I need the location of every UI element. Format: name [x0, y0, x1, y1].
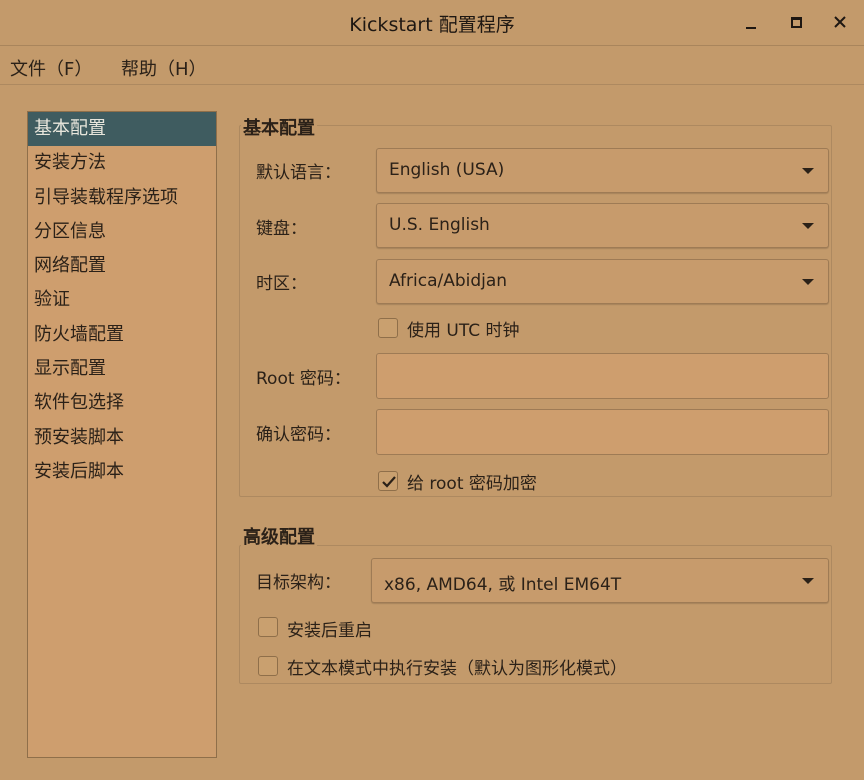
arch-value: x86, AMD64, 或 Intel EM64T	[384, 575, 622, 595]
menu-file[interactable]: 文件（F）	[10, 55, 92, 81]
root-password-label: Root 密码：	[256, 369, 351, 389]
maximize-button[interactable]	[781, 8, 811, 36]
utc-label: 使用 UTC 时钟	[407, 321, 520, 341]
sidebar-item-display[interactable]: 显示配置	[28, 352, 216, 386]
sidebar-item-firewall[interactable]: 防火墙配置	[28, 318, 216, 352]
sidebar-item-auth[interactable]: 验证	[28, 283, 216, 317]
close-button[interactable]	[825, 8, 855, 36]
sidebar: 基本配置 安装方法 引导装载程序选项 分区信息 网络配置 验证 防火墙配置 显示…	[27, 111, 217, 758]
arch-label: 目标架构：	[256, 573, 341, 593]
language-label: 默认语言：	[256, 163, 341, 183]
title-bar: Kickstart 配置程序	[0, 0, 864, 46]
timezone-combo[interactable]: Africa/Abidjan	[376, 259, 829, 304]
keyboard-value: U.S. English	[389, 215, 490, 235]
textmode-label: 在文本模式中执行安装（默认为图形化模式）	[287, 659, 627, 679]
sidebar-item-basic[interactable]: 基本配置	[28, 112, 216, 147]
chevron-down-icon	[802, 223, 814, 229]
chevron-down-icon	[802, 168, 814, 174]
confirm-password-input[interactable]	[376, 409, 829, 455]
keyboard-combo[interactable]: U.S. English	[376, 203, 829, 248]
encrypt-root-label: 给 root 密码加密	[407, 474, 537, 494]
chevron-down-icon	[802, 279, 814, 285]
menu-help[interactable]: 帮助（H）	[121, 55, 207, 81]
sidebar-item-bootloader[interactable]: 引导装载程序选项	[28, 181, 216, 215]
sidebar-item-post-script[interactable]: 安装后脚本	[28, 455, 216, 489]
reboot-label: 安装后重启	[287, 621, 372, 641]
menu-bar: 文件（F） 帮助（H）	[0, 47, 864, 85]
arch-combo[interactable]: x86, AMD64, 或 Intel EM64T	[371, 558, 829, 603]
utc-checkbox[interactable]	[378, 318, 398, 338]
root-password-input[interactable]	[376, 353, 829, 399]
timezone-label: 时区：	[256, 274, 307, 294]
minimize-button[interactable]	[736, 8, 766, 36]
sidebar-item-install-method[interactable]: 安装方法	[28, 146, 216, 180]
basic-config-title: 基本配置	[241, 114, 317, 140]
sidebar-item-partition[interactable]: 分区信息	[28, 215, 216, 249]
reboot-checkbox[interactable]	[258, 617, 278, 637]
confirm-password-label: 确认密码：	[256, 425, 341, 445]
textmode-checkbox[interactable]	[258, 656, 278, 676]
chevron-down-icon	[802, 578, 814, 584]
checkmark-icon	[382, 476, 396, 488]
minimize-icon	[746, 27, 756, 29]
timezone-value: Africa/Abidjan	[389, 271, 508, 291]
keyboard-label: 键盘：	[256, 219, 307, 239]
encrypt-root-checkbox[interactable]	[378, 471, 398, 491]
close-icon	[834, 16, 846, 28]
window-title: Kickstart 配置程序	[349, 14, 515, 36]
language-combo[interactable]: English (USA)	[376, 148, 829, 193]
sidebar-item-packages[interactable]: 软件包选择	[28, 386, 216, 420]
advanced-config-title: 高级配置	[241, 523, 317, 549]
sidebar-item-network[interactable]: 网络配置	[28, 249, 216, 283]
language-value: English (USA)	[389, 160, 505, 180]
sidebar-item-pre-script[interactable]: 预安装脚本	[28, 421, 216, 455]
maximize-icon	[790, 16, 802, 28]
